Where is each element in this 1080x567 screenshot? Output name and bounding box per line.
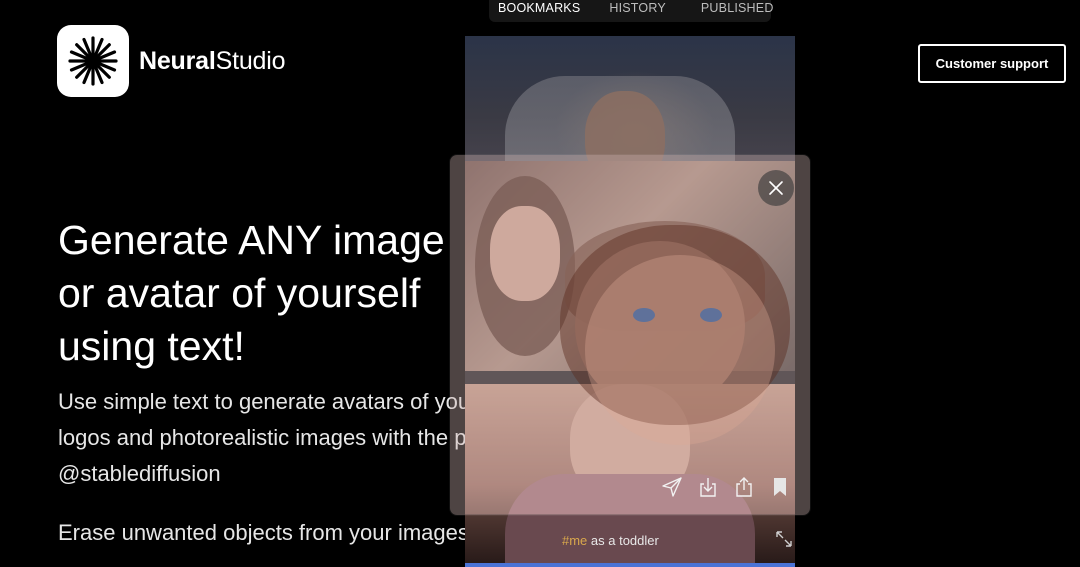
caption-text: as a toddler <box>587 533 659 548</box>
headline-line-1: Generate ANY image <box>58 217 445 263</box>
tab-published[interactable]: PUBLISHED <box>701 1 774 15</box>
bookmark-icon[interactable] <box>768 475 792 499</box>
brand-name: NeuralStudio <box>139 46 286 75</box>
modal-eye-right <box>700 308 722 322</box>
caption-tag[interactable]: #me <box>562 533 587 548</box>
close-icon[interactable] <box>758 170 794 206</box>
image-caption: #me as a toddler <box>562 533 659 548</box>
share-icon[interactable] <box>732 475 756 499</box>
progress-bar <box>465 563 795 567</box>
erase-feature-text: Erase unwanted objects from your images <box>58 520 469 545</box>
image-preview-modal[interactable] <box>450 155 810 515</box>
sparkle-burst-icon <box>57 25 129 97</box>
headline-line-2: or avatar of yourself <box>58 270 421 316</box>
hero-headline: Generate ANY image or avatar of yourself… <box>58 214 488 373</box>
tab-history[interactable]: HISTORY <box>609 1 666 15</box>
modal-face <box>585 255 775 445</box>
tab-bookmarks[interactable]: BOOKMARKS <box>498 1 580 15</box>
modal-eye-left <box>633 308 655 322</box>
headline-line-3: using text! <box>58 323 245 369</box>
feed-tabs: BOOKMARKS HISTORY PUBLISHED <box>489 0 774 22</box>
expand-icon[interactable] <box>775 530 793 553</box>
modal-actions <box>660 475 792 499</box>
download-icon[interactable] <box>696 475 720 499</box>
send-icon[interactable] <box>660 475 684 499</box>
customer-support-button[interactable]: Customer support <box>918 44 1066 83</box>
brand-logo[interactable]: NeuralStudio <box>57 25 285 97</box>
